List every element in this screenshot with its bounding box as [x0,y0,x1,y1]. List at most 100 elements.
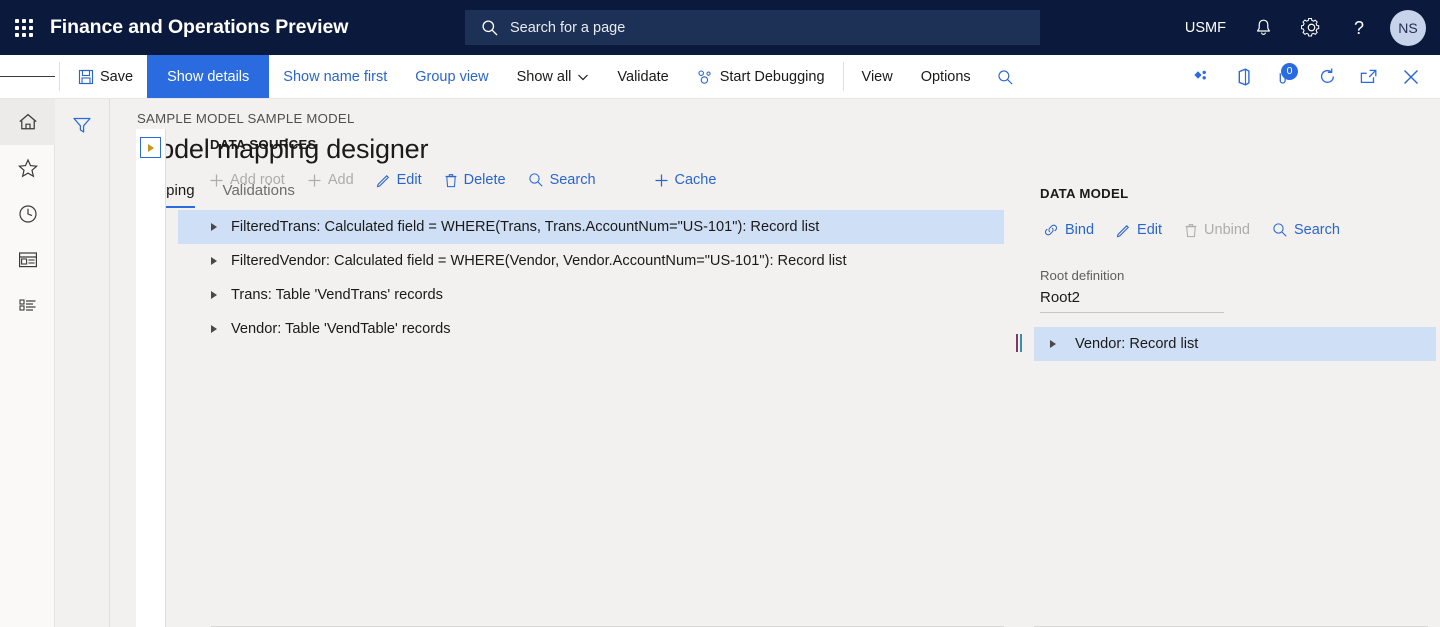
data-model-row-label: Vendor: Record list [1075,336,1199,352]
data-source-row[interactable]: Trans: Table 'VendTrans' records [178,278,1004,312]
panel-splitter[interactable] [1004,129,1034,627]
group-view-button[interactable]: Group view [401,55,502,98]
app-title: Finance and Operations Preview [50,16,349,38]
add-root-button[interactable]: Add root [198,165,296,195]
data-source-label: Trans: Table 'VendTrans' records [231,287,443,303]
refresh-icon[interactable] [1306,55,1348,99]
cache-button[interactable]: Cache [643,165,728,195]
top-navigation-bar: Finance and Operations Preview Search fo… [0,0,1440,55]
search-data-model-button[interactable]: Search [1261,215,1351,245]
data-model-tree: Vendor: Record list [1034,327,1440,361]
close-icon[interactable] [1390,55,1432,99]
add-root-label: Add root [230,172,285,188]
company-selector[interactable]: USMF [1171,0,1240,55]
unbind-label: Unbind [1204,222,1250,238]
designer-panels: DATA SOURCES Add root Add Edit Delete Se… [136,129,1440,627]
power-apps-icon[interactable] [1180,55,1222,99]
data-sources-heading: DATA SOURCES [210,137,317,152]
link-icon [1043,223,1059,237]
office-icon[interactable] [1222,55,1264,99]
navigation-menu-icon[interactable] [0,55,55,98]
delete-data-source-button[interactable]: Delete [433,165,517,195]
add-label: Add [327,172,354,188]
root-definition-input[interactable] [1040,289,1224,306]
app-root: Finance and Operations Preview Search fo… [0,0,1440,627]
data-model-toolbar: Bind Edit Unbind Search [1032,215,1440,245]
gear-icon[interactable] [1287,0,1336,55]
chevron-right-icon[interactable] [211,257,217,265]
sidebar-item-recent[interactable] [0,191,55,237]
root-definition-label: Root definition [1040,268,1125,283]
svg-text:?: ? [1354,18,1364,38]
open-in-new-window-icon[interactable] [1348,55,1390,99]
plus-icon [654,173,669,188]
splitter-grip-right [1020,334,1022,352]
search-icon [481,19,499,37]
chevron-down-icon [577,71,589,83]
bind-button[interactable]: Bind [1032,215,1105,245]
data-sources-tree: FilteredTrans: Calculated field = WHERE(… [178,210,1004,346]
save-label: Save [100,68,134,85]
delete-data-source-label: Delete [463,172,506,188]
debug-icon [697,69,714,85]
options-button[interactable]: Options [907,55,985,98]
cache-label: Cache [674,172,717,188]
search-icon [1272,222,1288,238]
sidebar-item-modules[interactable] [0,283,55,329]
show-all-label: Show all [516,68,572,85]
sidebar-item-home[interactable] [0,99,55,145]
toolbar-search-icon[interactable] [985,55,1027,99]
top-nav-right-group: USMF ? NS [1171,0,1440,55]
global-search-placeholder: Search for a page [510,19,626,36]
splitter-grip-left [1016,334,1018,352]
view-button[interactable]: View [848,55,907,98]
left-navigation-rail [0,99,55,627]
bind-label: Bind [1065,222,1095,238]
global-search-box[interactable]: Search for a page [465,10,1040,45]
show-name-first-button[interactable]: Show name first [269,55,401,98]
command-divider-2 [842,62,844,91]
chevron-right-icon[interactable] [211,325,217,333]
pencil-icon [376,173,391,188]
chevron-right-icon [147,143,154,152]
trash-icon [1184,223,1198,238]
data-model-panel: DATA MODEL Bind Edit Unbind Search Root … [1034,129,1440,627]
expand-panel-button[interactable] [140,137,161,158]
annotations-icon[interactable]: 0 [1264,55,1306,99]
chevron-right-icon[interactable] [1050,340,1056,348]
data-source-row[interactable]: FilteredTrans: Calculated field = WHERE(… [178,210,1004,244]
avatar[interactable]: NS [1390,9,1426,46]
edit-data-model-button[interactable]: Edit [1105,215,1173,245]
command-divider-1 [59,62,60,91]
workspace-icon [17,250,39,270]
validate-button[interactable]: Validate [603,55,682,98]
save-button[interactable]: Save [64,55,147,98]
chevron-right-icon[interactable] [211,291,217,299]
sidebar-item-favorites[interactable] [0,145,55,191]
home-icon [17,111,39,133]
start-debugging-button[interactable]: Start Debugging [683,55,839,98]
notifications-icon[interactable] [1240,0,1287,55]
chevron-right-icon[interactable] [211,223,217,231]
add-button[interactable]: Add [296,165,365,195]
trash-icon [444,173,458,188]
search-data-source-label: Search [549,172,596,188]
edit-data-source-button[interactable]: Edit [365,165,433,195]
filter-icon[interactable] [67,111,97,139]
show-all-dropdown[interactable]: Show all [503,55,604,98]
data-source-label: FilteredTrans: Calculated field = WHERE(… [231,219,820,235]
filter-strip [55,99,110,627]
unbind-button[interactable]: Unbind [1173,215,1261,245]
search-data-source-button[interactable]: Search [517,165,607,195]
data-model-row[interactable]: Vendor: Record list [1034,327,1436,361]
data-source-row[interactable]: Vendor: Table 'VendTable' records [178,312,1004,346]
show-details-button[interactable]: Show details [147,55,270,98]
root-definition-field[interactable] [1040,289,1224,313]
collapsed-panel-strip [136,129,166,627]
command-bar-icons: 0 [1180,55,1440,98]
help-icon[interactable]: ? [1336,0,1384,55]
data-source-row[interactable]: FilteredVendor: Calculated field = WHERE… [178,244,1004,278]
data-source-label: Vendor: Table 'VendTable' records [231,321,451,337]
app-launcher-icon[interactable] [12,16,36,40]
sidebar-item-workspaces[interactable] [0,237,55,283]
